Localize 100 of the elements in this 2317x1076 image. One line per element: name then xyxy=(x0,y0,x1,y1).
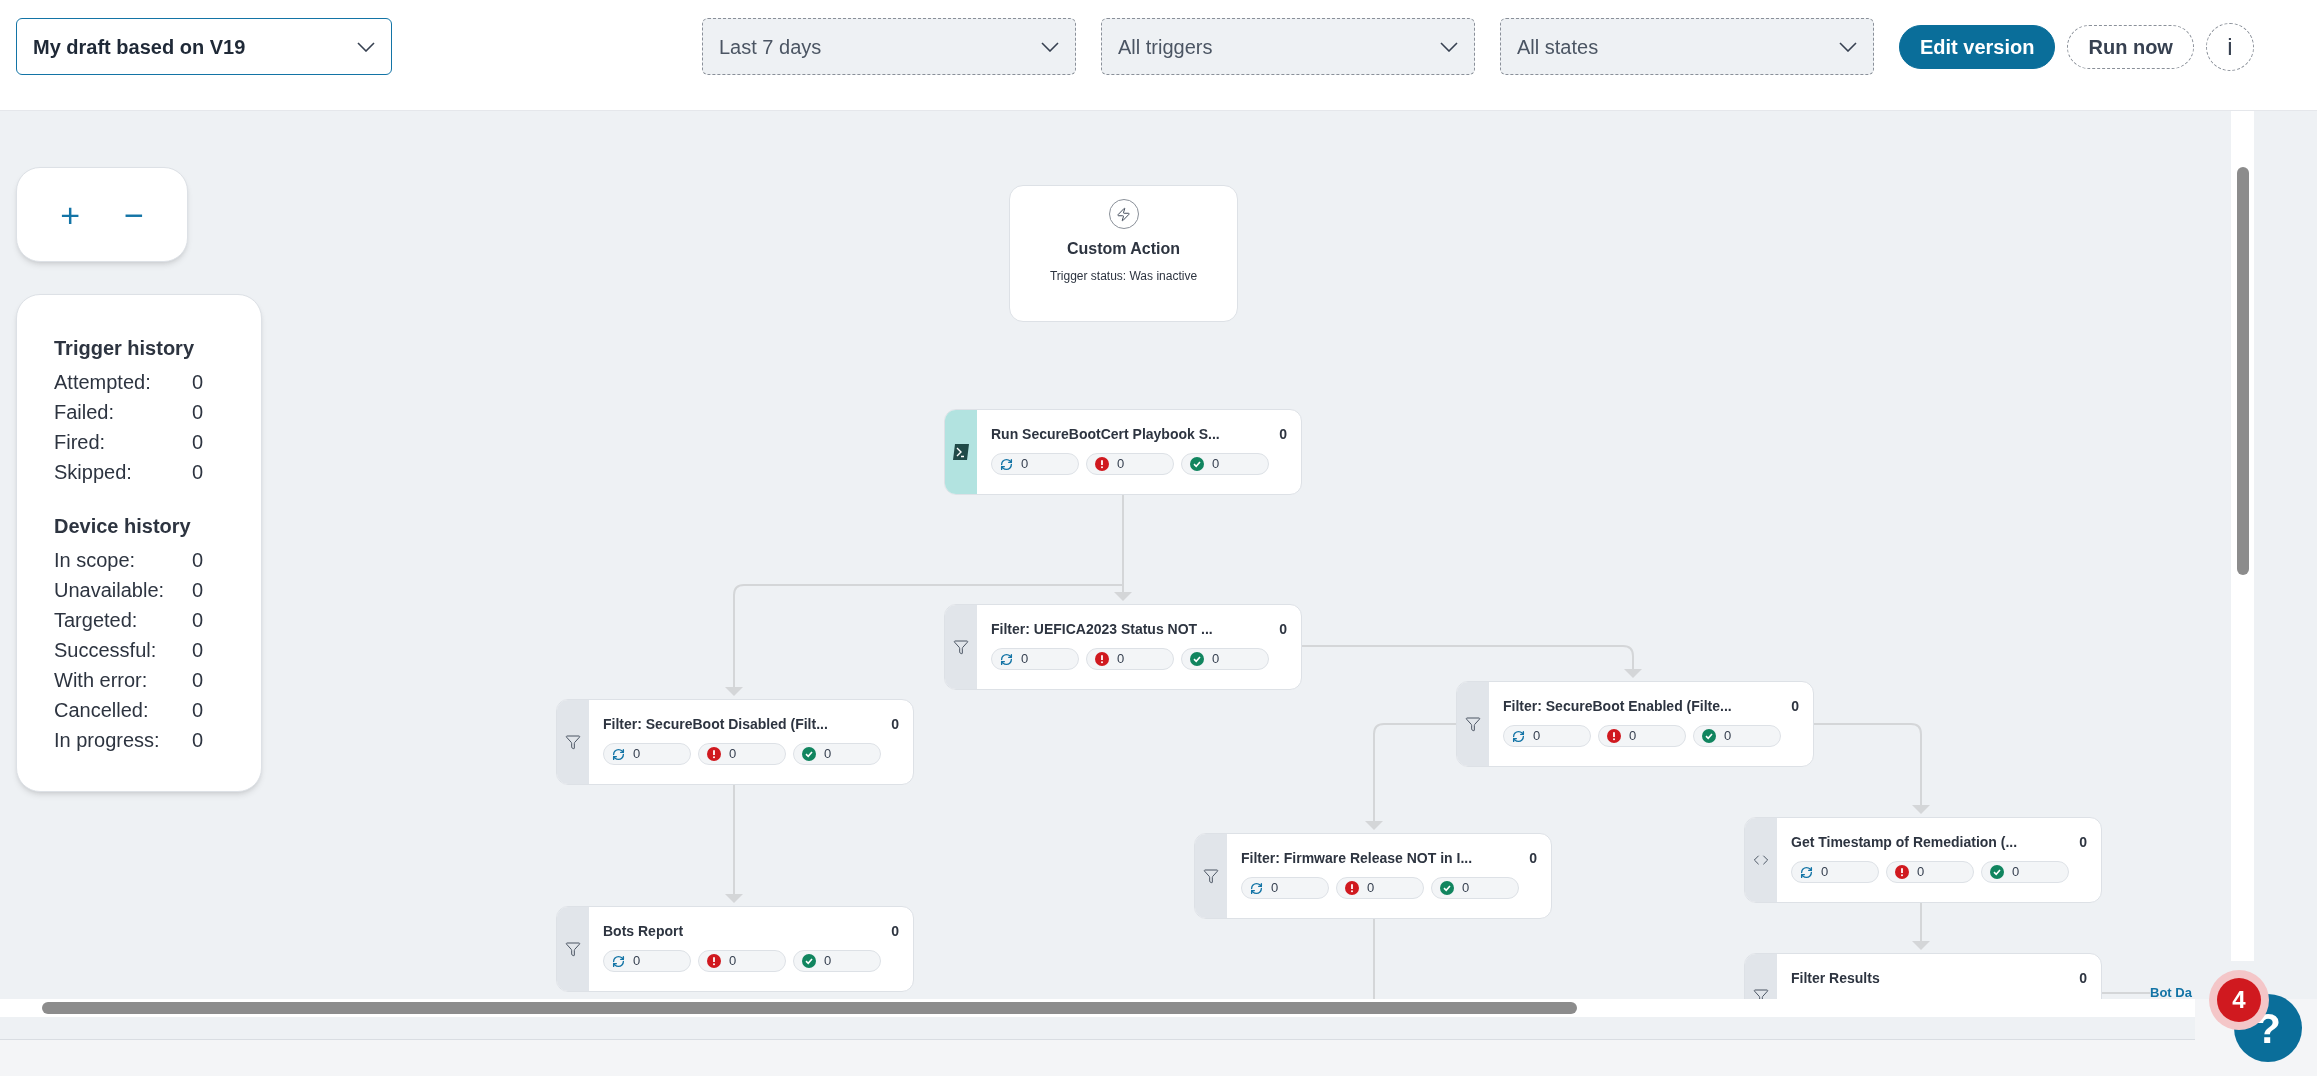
history-label: With error: xyxy=(54,668,149,693)
stat-pill: 0 xyxy=(1886,861,1974,883)
horizontal-scrollbar[interactable] xyxy=(0,999,2195,1017)
success-icon xyxy=(1190,652,1204,666)
history-label: Unavailable: xyxy=(54,578,166,603)
trigger-node[interactable]: Custom Action Trigger status: Was inactive xyxy=(1009,185,1238,322)
success-icon xyxy=(1440,881,1454,895)
edit-version-button[interactable]: Edit version xyxy=(1899,24,2056,69)
error-icon xyxy=(1095,652,1109,666)
stat-pill: 0 xyxy=(603,743,691,765)
filter-dropdown[interactable]: All states xyxy=(1500,18,1874,75)
stat-pill: 0 xyxy=(793,950,881,972)
flow-node[interactable]: Run SecureBootCert Playbook S... 0 0 0 0 xyxy=(944,409,1302,495)
error-icon xyxy=(1607,729,1621,743)
stat-pill: 0 xyxy=(793,743,881,765)
refresh-icon xyxy=(1000,652,1013,666)
flow-node[interactable]: Filter: Firmware Release NOT in I... 0 0 0 0 xyxy=(1194,833,1552,919)
node-title: Filter: SecureBoot Disabled (Filt... xyxy=(603,715,828,734)
success-icon xyxy=(802,747,816,761)
stat-pill: 0 xyxy=(1181,648,1269,670)
info-button[interactable]: i xyxy=(2205,22,2254,71)
error-icon xyxy=(1345,881,1359,895)
flow-node[interactable]: Get Timestamp of Remediation (... 0 0 0 0 xyxy=(1744,817,2102,903)
error-icon xyxy=(1095,457,1109,471)
flow-node[interactable]: Filter Results 0 xyxy=(1744,953,2102,999)
refresh-icon xyxy=(1000,457,1013,471)
history-label: Targeted: xyxy=(54,608,139,633)
version-dropdown[interactable]: My draft based on V19 xyxy=(16,18,392,75)
history-value: 0 xyxy=(192,430,204,455)
trigger-title: Custom Action xyxy=(1066,239,1181,259)
error-icon xyxy=(707,954,721,968)
stat-pill: 0 xyxy=(603,950,691,972)
stat-pill: 0 xyxy=(991,453,1079,475)
flow-node[interactable]: Bots Report 0 0 0 0 xyxy=(556,906,914,992)
node-count: 0 xyxy=(2079,969,2087,988)
flow-node[interactable]: Filter: SecureBoot Enabled (Filte... 0 0 0 0 xyxy=(1456,681,1814,767)
run-now-button[interactable]: Run now xyxy=(2067,24,2194,69)
node-count: 0 xyxy=(1791,697,1799,716)
history-value: 0 xyxy=(192,608,204,633)
history-value: 0 xyxy=(192,728,204,753)
node-count: 0 xyxy=(1529,849,1537,868)
history-label: Fired: xyxy=(54,430,107,455)
chevron-down-icon xyxy=(1041,41,1059,52)
stat-pill: 0 xyxy=(1981,861,2069,883)
history-label: In scope: xyxy=(54,548,137,573)
node-count: 0 xyxy=(2079,833,2087,852)
chevron-down-icon xyxy=(1839,41,1857,52)
stat-pill: 0 xyxy=(1431,877,1519,899)
filter-icon xyxy=(1465,716,1481,732)
stat-pill: 0 xyxy=(1693,725,1781,747)
history-title: Device history xyxy=(54,514,192,539)
stat-pill: 0 xyxy=(698,950,786,972)
filter-dropdown[interactable]: Last 7 days xyxy=(702,18,1076,75)
filter-dropdown[interactable]: All triggers xyxy=(1101,18,1475,75)
terminal-icon xyxy=(952,443,970,461)
node-count: 0 xyxy=(1279,425,1287,444)
stat-pill: 0 xyxy=(1336,877,1424,899)
node-title: Filter: SecureBoot Enabled (Filte... xyxy=(1503,697,1732,716)
node-count: 0 xyxy=(1279,620,1287,639)
history-value: 0 xyxy=(192,668,204,693)
filter-icon xyxy=(565,941,581,957)
refresh-icon xyxy=(1512,729,1525,743)
refresh-icon xyxy=(612,954,625,968)
refresh-icon xyxy=(612,747,625,761)
trigger-status: Trigger status: Was inactive xyxy=(1049,268,1198,285)
flow-node[interactable]: Filter: UEFICA2023 Status NOT ... 0 0 0 0 xyxy=(944,604,1302,690)
success-icon xyxy=(802,954,816,968)
filter-icon xyxy=(1203,868,1219,884)
history-value: 0 xyxy=(192,370,204,395)
success-icon xyxy=(1990,865,2004,879)
history-value: 0 xyxy=(192,578,204,603)
node-count: 0 xyxy=(891,715,899,734)
stat-pill: 0 xyxy=(1241,877,1329,899)
history-value: 0 xyxy=(192,698,204,723)
history-label: Cancelled: xyxy=(54,698,150,723)
zoom-out-button[interactable]: − xyxy=(124,197,144,232)
stat-pill: 0 xyxy=(1598,725,1686,747)
refresh-icon xyxy=(1800,865,1813,879)
history-label: Attempted: xyxy=(54,370,152,395)
filter-icon xyxy=(565,734,581,750)
history-title: Trigger history xyxy=(54,336,196,361)
node-title: Filter Results xyxy=(1791,969,1880,988)
node-title: Run SecureBootCert Playbook S... xyxy=(991,425,1220,444)
history-value: 0 xyxy=(192,400,204,425)
success-icon xyxy=(1190,457,1204,471)
history-value: 0 xyxy=(192,548,204,573)
stat-pill: 0 xyxy=(1503,725,1591,747)
zoom-in-button[interactable]: + xyxy=(60,197,80,232)
stat-pill: 0 xyxy=(991,648,1079,670)
node-title: Get Timestamp of Remediation (... xyxy=(1791,833,2018,852)
flow-node[interactable]: Filter: SecureBoot Disabled (Filt... 0 0 0 0 xyxy=(556,699,914,785)
success-icon xyxy=(1702,729,1716,743)
refresh-icon xyxy=(1250,881,1263,895)
chevron-down-icon xyxy=(1440,41,1458,52)
filter-icon xyxy=(953,639,969,655)
history-value: 0 xyxy=(192,638,204,663)
edge-label[interactable]: Bot Da xyxy=(2150,983,2192,999)
vertical-scrollbar[interactable] xyxy=(2231,111,2254,961)
history-label: Skipped: xyxy=(54,460,133,485)
history-label: Failed: xyxy=(54,400,116,425)
